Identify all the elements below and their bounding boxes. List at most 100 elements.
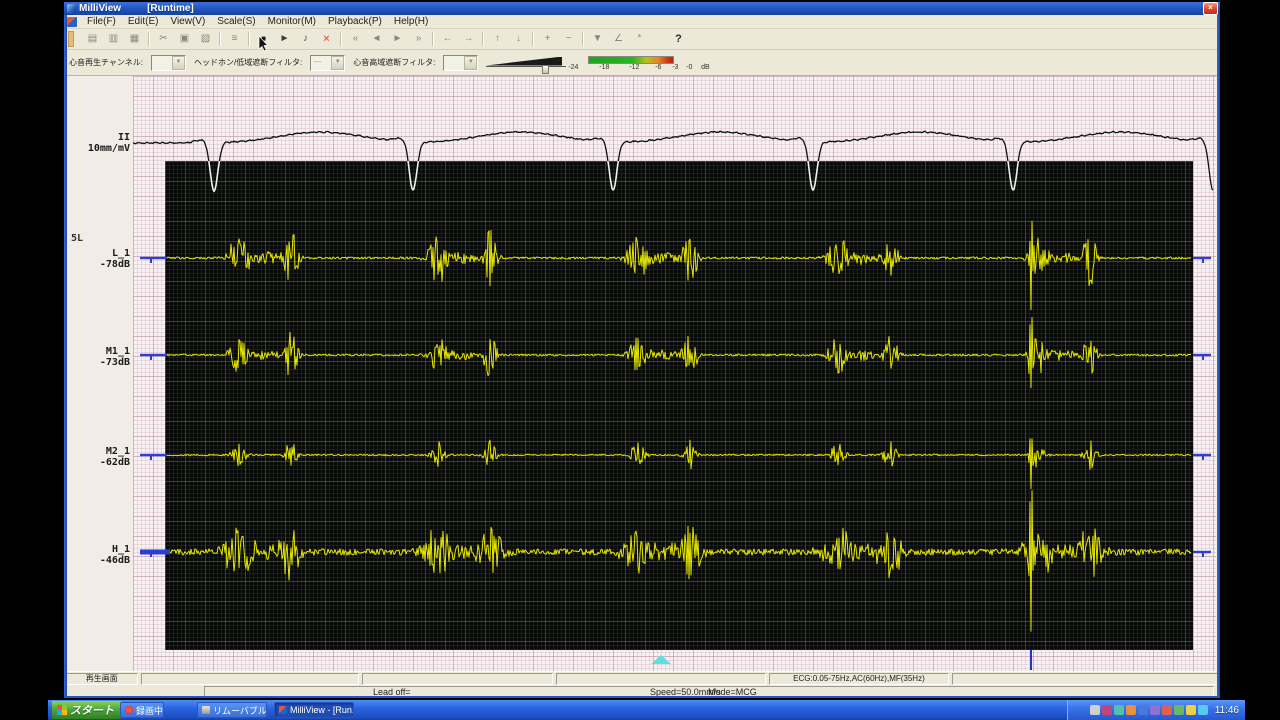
marker-button[interactable]: ▼	[588, 30, 607, 48]
help-icon: ?	[675, 32, 682, 45]
zoom-in-button[interactable]: +	[538, 30, 557, 48]
measure-icon: ∠	[614, 33, 623, 44]
copy-button[interactable]: ▣	[175, 30, 194, 48]
mute-icon: ×	[323, 32, 330, 45]
window-border-right	[1217, 15, 1220, 698]
gain-down-button[interactable]: ↓	[509, 30, 528, 48]
scroll-right-button[interactable]: →	[459, 30, 478, 48]
status-panel	[951, 673, 1219, 685]
high-cut-filter-select-value	[444, 56, 464, 70]
taskbar-task-1[interactable]: 録画中	[120, 702, 164, 718]
level-meter: -24 -18 -12 -6 -3 -0 dB	[568, 53, 710, 73]
taskbar-task-3[interactable]: MilliView - [Run...	[274, 702, 354, 718]
tray-icon[interactable]	[1185, 705, 1196, 715]
toolbar-separator	[582, 32, 584, 46]
status-panel	[555, 673, 767, 685]
skip-end-button[interactable]: »	[409, 30, 428, 48]
windows-flag-icon	[57, 705, 67, 715]
tray-icon[interactable]	[1161, 705, 1172, 715]
chevron-down-icon: ▼	[331, 55, 345, 70]
sound-icon: ♪	[303, 33, 308, 44]
app-icon	[67, 4, 76, 13]
rec-icon	[125, 706, 133, 714]
open-button[interactable]: ▤	[83, 30, 102, 48]
titlebar[interactable]: MilliView [Runtime] ×	[64, 2, 1220, 15]
tray-icon[interactable]	[1149, 705, 1160, 715]
open-icon: ▤	[87, 33, 98, 44]
db-tick-label: -6	[655, 63, 662, 71]
help-button[interactable]: ?	[669, 30, 688, 48]
measure-button[interactable]: ∠	[609, 30, 628, 48]
layout-icon: ≡	[231, 33, 238, 44]
menu-view[interactable]: View(V)	[165, 16, 210, 27]
status-panel	[140, 673, 359, 685]
document-icon	[67, 16, 77, 27]
play-button[interactable]: ►	[275, 30, 294, 48]
menu-edit[interactable]: Edit(E)	[123, 16, 164, 27]
event-button[interactable]: *	[630, 30, 649, 48]
save-button[interactable]: ▥	[104, 30, 123, 48]
skip-end-icon: »	[415, 33, 422, 44]
toolbar-separator	[482, 32, 484, 46]
close-button[interactable]: ×	[1203, 2, 1218, 15]
playback-channel-label: 心音再生チャンネル:	[69, 58, 143, 67]
scroll-left-button[interactable]: ←	[438, 30, 457, 48]
volume-slider[interactable]	[486, 55, 567, 74]
playback-channel-select-value	[152, 56, 172, 70]
toolbar-separator	[219, 32, 221, 46]
tray-icon[interactable]	[1089, 705, 1100, 715]
high-cut-filter-select[interactable]: ▼	[443, 54, 479, 71]
channel-label-M2_1: M2_1 -62dB	[99, 446, 130, 468]
paste-button[interactable]: ▧	[196, 30, 215, 48]
cut-button[interactable]: ✂	[154, 30, 173, 48]
tray-icon[interactable]	[1173, 705, 1184, 715]
gain-up-button[interactable]: ↑	[488, 30, 507, 48]
step-back-button[interactable]: ◄	[367, 30, 386, 48]
cut-icon: ✂	[159, 33, 168, 44]
menu-scale[interactable]: Scale(S)	[212, 16, 260, 27]
zoom-out-button[interactable]: −	[559, 30, 578, 48]
step-forward-icon: ►	[392, 33, 403, 44]
start-button[interactable]: スタート	[52, 701, 127, 719]
tray-icon[interactable]	[1137, 705, 1148, 715]
db-tick-label: -0	[686, 63, 693, 71]
status-panel: ECG:0.05-75Hz,AC(60Hz),MF(35Hz)	[769, 673, 949, 685]
tray-icon[interactable]	[1101, 705, 1112, 715]
system-tray: 11:46	[1067, 700, 1245, 720]
save-icon: ▥	[108, 33, 119, 44]
tray-icon[interactable]	[1197, 705, 1208, 715]
toolbar-grip-handle[interactable]	[68, 31, 74, 47]
low-cut-filter-select[interactable]: --- ▼	[310, 54, 346, 71]
window-border-left	[64, 15, 67, 698]
channel-label-M1_1: M1_1 -73dB	[99, 346, 130, 368]
mute-button[interactable]: ×	[317, 30, 336, 48]
window-border-bottom	[64, 696, 1220, 698]
menu-help[interactable]: Help(H)	[389, 16, 433, 27]
menu-monitor[interactable]: Monitor(M)	[263, 16, 321, 27]
taskbar-task-2[interactable]: リムーバブル ディスク (F:)	[197, 702, 267, 718]
playback-status: 再生画面	[66, 673, 138, 685]
waveform-svg[interactable]	[64, 76, 1220, 671]
menu-file[interactable]: File(F)	[82, 16, 121, 27]
high-cut-filter-label: 心音高域遮断フィルタ:	[353, 58, 436, 67]
tray-icon[interactable]	[1113, 705, 1124, 715]
channel-label-ecg: II 10mm/mV	[87, 132, 130, 154]
print-button[interactable]: ▦	[125, 30, 144, 48]
skip-start-button[interactable]: «	[346, 30, 365, 48]
volume-slider-thumb[interactable]	[542, 64, 550, 74]
chart-area[interactable]: 5L II 10mm/mV L_1 -78dB M1_1 -73dB M2_1 -62dB H_…	[64, 76, 1220, 671]
skip-start-icon: «	[352, 33, 359, 44]
zoom-out-icon: −	[565, 33, 572, 44]
db-tick-label: -3	[672, 63, 679, 71]
chevron-down-icon: ▼	[464, 55, 478, 70]
step-forward-button[interactable]: ►	[388, 30, 407, 48]
window-title: MilliView [Runtime]	[79, 3, 194, 14]
scroll-right-icon: →	[463, 33, 474, 44]
menu-playback[interactable]: Playback(P)	[323, 16, 387, 27]
volume-wedge-icon	[486, 56, 563, 66]
sound-button[interactable]: ♪	[296, 30, 315, 48]
toolbar-separator	[248, 32, 250, 46]
playback-channel-select[interactable]: ▼	[150, 54, 186, 71]
tray-icon[interactable]	[1125, 705, 1136, 715]
layout-button[interactable]: ≡	[225, 30, 244, 48]
